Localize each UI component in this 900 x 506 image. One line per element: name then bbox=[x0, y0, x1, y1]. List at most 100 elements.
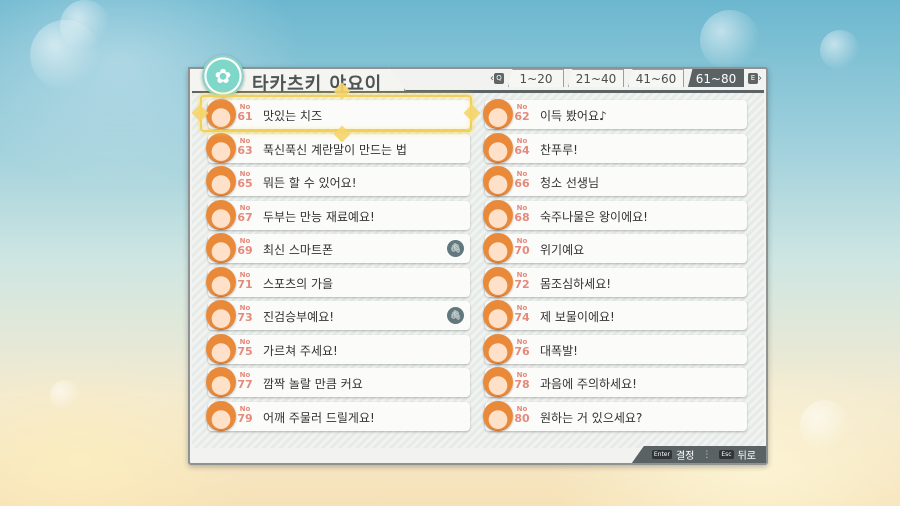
item-number: 75 bbox=[237, 344, 253, 358]
tab-range-61-80[interactable]: 61~80 bbox=[688, 69, 744, 87]
tab-prev-button[interactable]: ‹ Q bbox=[490, 71, 504, 85]
yayoi-avatar-icon bbox=[206, 233, 236, 263]
item-label: 가르쳐 주세요! bbox=[263, 343, 338, 358]
yayoi-avatar-icon bbox=[206, 266, 236, 297]
item-label: 원하는 거 있으세요? bbox=[540, 410, 643, 425]
item-number: 72 bbox=[514, 277, 530, 291]
yayoi-avatar-icon bbox=[206, 300, 236, 330]
back-hint[interactable]: Esc 뒤로 bbox=[719, 447, 756, 462]
yayoi-avatar-icon bbox=[483, 166, 513, 196]
yayoi-avatar-icon bbox=[483, 266, 513, 297]
item-number-badge: No 61 bbox=[234, 102, 256, 122]
item-number: 77 bbox=[237, 378, 253, 391]
idol-emblem-icon: ✿ bbox=[202, 55, 244, 97]
bubble-decoration bbox=[800, 400, 850, 450]
bubble-decoration bbox=[820, 30, 860, 70]
item-label: 찬푸루! bbox=[540, 142, 578, 157]
item-number-badge: No 69 bbox=[234, 236, 256, 256]
item-number-badge: No 62 bbox=[511, 102, 533, 122]
item-number-badge: No 65 bbox=[234, 169, 256, 189]
confirm-label: 결정 bbox=[675, 451, 695, 462]
list-item[interactable]: No 67 두부는 만능 재료예요! bbox=[206, 199, 470, 230]
item-label: 위기예요 bbox=[540, 243, 585, 257]
list-item[interactable]: No 75 가르쳐 주세요! bbox=[206, 333, 470, 364]
item-number-badge: No 64 bbox=[511, 136, 533, 156]
yayoi-avatar-icon bbox=[206, 367, 236, 397]
list-item[interactable]: No 74 제 보물이에요! bbox=[483, 300, 747, 330]
tab-prev-key: Q bbox=[494, 72, 504, 84]
item-number: 67 bbox=[237, 210, 253, 224]
chevron-right-icon: › bbox=[758, 72, 762, 84]
footer-bar: Enter 결정 ⋮ Esc 뒤로 bbox=[190, 446, 766, 463]
tab-range-21-40[interactable]: 21~40 bbox=[568, 69, 624, 87]
list-item[interactable]: No 72 몸조심하세요! bbox=[483, 266, 747, 297]
paperclip-icon: 🖇 bbox=[447, 307, 464, 324]
enter-key-icon: Enter bbox=[651, 450, 672, 459]
item-number: 63 bbox=[237, 143, 253, 157]
list-item[interactable]: No 78 과음에 주의하세요! bbox=[483, 367, 747, 397]
item-number-badge: No 76 bbox=[511, 337, 533, 357]
item-label: 두부는 만능 재료예요! bbox=[263, 209, 375, 224]
list-item[interactable]: No 68 숙주나물은 왕이에요! bbox=[483, 199, 747, 230]
item-number-badge: No 71 bbox=[234, 270, 256, 290]
item-label: 청소 선생님 bbox=[540, 176, 600, 190]
item-number-badge: No 70 bbox=[511, 236, 533, 256]
item-label: 몸조심하세요! bbox=[540, 276, 612, 291]
yayoi-avatar-icon bbox=[483, 132, 513, 163]
item-number: 61 bbox=[237, 110, 253, 123]
item-number: 74 bbox=[514, 311, 530, 324]
item-number: 78 bbox=[514, 378, 530, 391]
item-label: 과음에 주의하세요! bbox=[540, 377, 637, 391]
item-number: 64 bbox=[514, 143, 530, 157]
bubble-decoration bbox=[700, 10, 760, 70]
item-number: 66 bbox=[514, 177, 530, 190]
item-number: 70 bbox=[514, 244, 530, 257]
topic-list-panel: ✿ 타카츠키 야요이 ‹ Q 1~20 21~40 41~60 61~80 E … bbox=[188, 55, 768, 465]
list-item[interactable]: No 80 원하는 거 있으세요? bbox=[483, 400, 747, 431]
item-number: 71 bbox=[237, 277, 253, 291]
range-tabs: ‹ Q 1~20 21~40 41~60 61~80 E › bbox=[490, 69, 762, 87]
bubble-decoration bbox=[60, 0, 110, 50]
list-item[interactable]: No 69 최신 스마트폰 🖇 bbox=[206, 233, 470, 263]
tab-range-1-20[interactable]: 1~20 bbox=[508, 69, 564, 87]
item-label: 이득 봤어요♪ bbox=[540, 109, 607, 123]
yayoi-avatar-icon bbox=[483, 300, 513, 330]
item-number-badge: No 80 bbox=[511, 404, 533, 424]
list-item[interactable]: No 71 스포츠의 가을 bbox=[206, 266, 470, 297]
bubble-decoration bbox=[50, 380, 80, 410]
list-item[interactable]: No 79 어깨 주물러 드릴게요! bbox=[206, 400, 470, 431]
item-label: 스포츠의 가을 bbox=[263, 276, 334, 291]
list-item[interactable]: No 66 청소 선생님 bbox=[483, 166, 747, 196]
list-item[interactable]: No 62 이득 봤어요♪ bbox=[483, 99, 747, 129]
item-label: 대폭발! bbox=[540, 343, 578, 358]
tab-next-button[interactable]: E › bbox=[748, 71, 762, 85]
list-item[interactable]: No 61 맛있는 치즈 bbox=[206, 99, 470, 129]
list-item[interactable]: No 77 깜짝 놀랄 만큼 커요 bbox=[206, 367, 470, 397]
separator-icon: ⋮ bbox=[702, 449, 712, 460]
item-number-badge: No 78 bbox=[511, 370, 533, 390]
yayoi-avatar-icon bbox=[483, 333, 513, 364]
list-item[interactable]: No 73 진검승부예요! 🖇 bbox=[206, 300, 470, 330]
item-number-badge: No 67 bbox=[234, 203, 256, 223]
item-number: 62 bbox=[514, 110, 530, 123]
item-label: 깜짝 놀랄 만큼 커요 bbox=[263, 377, 363, 391]
list-item[interactable]: No 76 대폭발! bbox=[483, 333, 747, 364]
esc-key-icon: Esc bbox=[719, 450, 734, 459]
key-hints: Enter 결정 ⋮ Esc 뒤로 bbox=[631, 446, 766, 463]
item-label: 맛있는 치즈 bbox=[263, 109, 323, 123]
item-number-badge: No 63 bbox=[234, 136, 256, 156]
back-label: 뒤로 bbox=[737, 451, 756, 462]
list-item[interactable]: No 70 위기예요 bbox=[483, 233, 747, 263]
item-number: 76 bbox=[514, 344, 530, 358]
item-number-badge: No 74 bbox=[511, 303, 533, 323]
tab-range-41-60[interactable]: 41~60 bbox=[628, 69, 684, 87]
yayoi-avatar-icon bbox=[483, 367, 513, 397]
yayoi-avatar-icon bbox=[483, 199, 513, 230]
list-item[interactable]: No 65 뭐든 할 수 있어요! bbox=[206, 166, 470, 196]
yayoi-avatar-icon bbox=[206, 199, 236, 230]
yayoi-avatar-icon bbox=[206, 166, 236, 196]
list-item[interactable]: No 64 찬푸루! bbox=[483, 132, 747, 163]
item-number-badge: No 73 bbox=[234, 303, 256, 323]
confirm-hint[interactable]: Enter 결정 bbox=[651, 447, 695, 462]
item-label: 푹신푹신 계란말이 만드는 법 bbox=[263, 142, 407, 157]
